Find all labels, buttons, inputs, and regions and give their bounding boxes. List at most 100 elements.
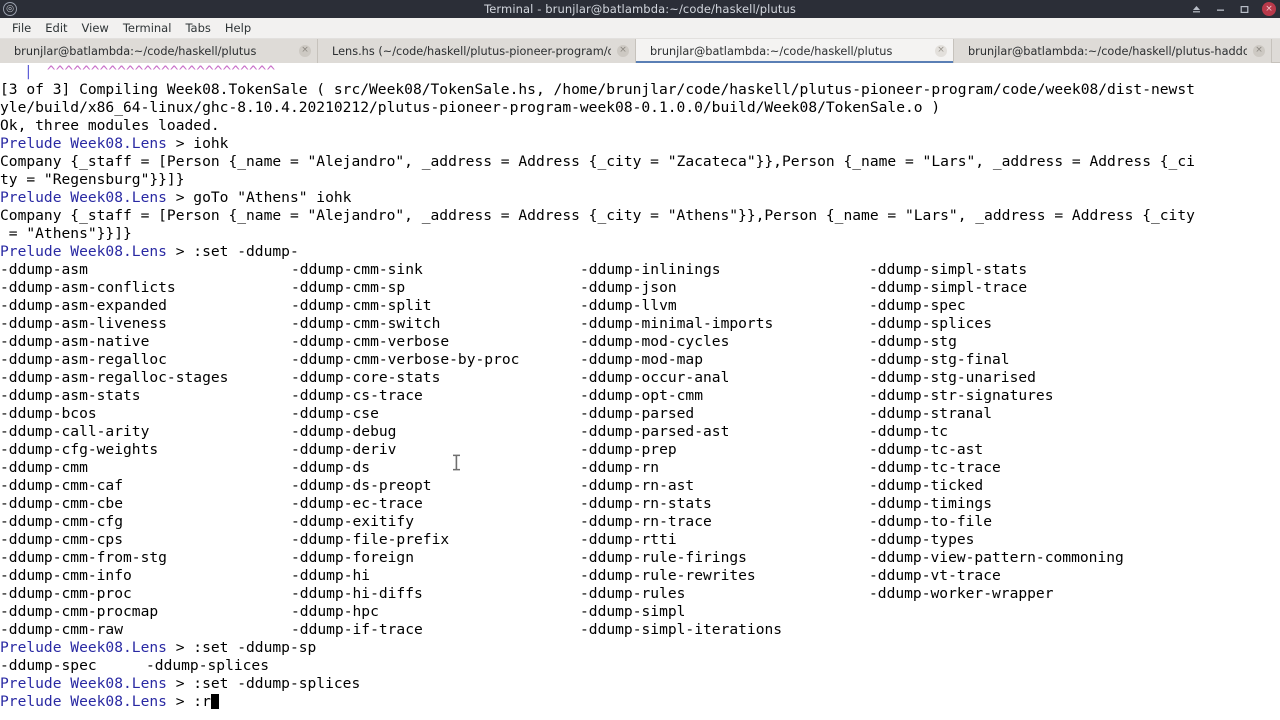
flag-table-row: -ddump-asm-conflicts -ddump-cmm-sp -ddump-… [0,279,1280,297]
terminal-flag-table: -ddump-asm -ddump-cmm-sink -ddump-inlining… [0,261,1280,639]
flag-table-row: -ddump-cmm-from-stg -ddump-foreign -ddump-… [0,549,1280,567]
flag-name: -ddump-asm-expanded [0,297,167,314]
flag-name: -ddump-timings [869,495,993,512]
ghci-prompt: Prelude Week08.Lens [0,135,167,152]
completion-row: -ddump-spec -ddump-splices [0,657,1280,675]
caret-line-carets: ^^^^^^^^^^^^^^^^^^^^^^^^^^ [46,63,276,80]
flag-name: -ddump-stg [869,333,957,350]
flag-name: -ddump-json [580,279,677,296]
flag-table-row: -ddump-asm-stats -ddump-cs-trace -ddump-op… [0,387,1280,405]
flag-name: -ddump-rule-rewrites [580,567,756,584]
terminal-command: > :r [166,693,211,710]
flag-name: -ddump-asm [0,261,88,278]
shade-icon[interactable] [1190,3,1203,16]
terminal-command: > :set -ddump- [166,243,299,260]
flag-name: -ddump-simpl-trace [869,279,1028,296]
flag-table-row: -ddump-cmm-cbe -ddump-ec-trace -ddump-rn-s… [0,495,1280,513]
menu-item-view[interactable]: View [75,19,116,37]
tab-label: brunjlar@batlambda:~/code/haskell/plutus… [968,44,1247,58]
menu-item-terminal[interactable]: Terminal [116,19,179,37]
tab-plutus-haddock[interactable]: brunjlar@batlambda:~/code/haskell/plutus… [954,39,1272,63]
tab-bar: brunjlar@batlambda:~/code/haskell/plutus… [0,39,1280,63]
flag-name: -ddump-ticked [869,477,984,494]
terminal-prompt-line: Prelude Week08.Lens > goTo "Athens" iohk [0,189,1280,207]
terminal-cursor [210,694,219,709]
flag-name: -ddump-ds [291,459,371,476]
flag-name: -ddump-stranal [869,405,993,422]
flag-name: -ddump-tc-trace [869,459,1001,476]
terminal-compile-line: yle/build/x86_64-linux/ghc-8.10.4.202102… [0,99,941,116]
terminal-command: > :set -ddump-sp [166,639,317,656]
flag-name: -ddump-worker-wrapper [869,585,1054,602]
terminal-output-line: Ok, three modules loaded. [0,117,220,134]
flag-name: -ddump-splices [869,315,993,332]
flag-name: -ddump-hi [291,567,371,584]
ghci-prompt: Prelude Week08.Lens [0,243,167,260]
flag-name: -ddump-cmm-from-stg [0,549,167,566]
close-icon[interactable]: × [1262,2,1276,16]
caret-line-bar: | [24,63,33,80]
flag-name: -ddump-cmm-cps [0,531,124,548]
flag-name: -ddump-foreign [291,549,415,566]
tab-lens-hs[interactable]: Lens.hs (~/code/haskell/plutus-pioneer-p… [318,39,636,63]
flag-name: -ddump-simpl-stats [869,261,1028,278]
tab-label: brunjlar@batlambda:~/code/haskell/plutus [650,44,893,58]
terminal-output-line: Company {_staff = [Person {_name = "Alej… [0,153,1195,170]
flag-name: -ddump-parsed-ast [580,423,730,440]
flag-name: -ddump-cmm-sink [291,261,423,278]
ghci-prompt: Prelude Week08.Lens [0,675,167,692]
flag-table-row: -ddump-cmm -ddump-ds -ddump-rn -ddump-tc-tr… [0,459,1280,477]
flag-name: -ddump-simpl-iterations [580,621,783,638]
tab-plutus-1[interactable]: brunjlar@batlambda:~/code/haskell/plutus… [0,39,318,63]
flag-table-row: -ddump-cmm-info -ddump-hi -ddump-rule-rewr… [0,567,1280,585]
flag-name: -ddump-ec-trace [291,495,423,512]
flag-name: -ddump-opt-cmm [580,387,704,404]
flag-name: -ddump-cmm-verbose-by-proc [291,351,520,368]
maximize-icon[interactable] [1238,3,1251,16]
terminal-command: > :set -ddump-splices [166,675,361,692]
menu-item-file[interactable]: File [5,19,38,37]
flag-table-row: -ddump-call-arity -ddump-debug -ddump-pars… [0,423,1280,441]
menu-item-help[interactable]: Help [218,19,258,37]
tab-label: Lens.hs (~/code/haskell/plutus-pioneer-p… [332,44,611,58]
flag-name: -ddump-rn-trace [580,513,712,530]
close-glyph: × [1265,3,1273,14]
terminal-command: > iohk [166,135,229,152]
terminal-body-lines: [3 of 3] Compiling Week08.TokenSale ( sr… [0,81,1280,261]
flag-name: -ddump-core-stats [291,369,441,386]
flag-name: -ddump-cmm-verbose [291,333,450,350]
flag-table-row: -ddump-bcos -ddump-cse -ddump-parsed -ddump… [0,405,1280,423]
terminal-compile-line: [3 of 3] Compiling Week08.TokenSale ( sr… [0,81,1195,98]
menu-bar: File Edit View Terminal Tabs Help [0,18,1280,39]
flag-name: -ddump-file-prefix [291,531,450,548]
terminal-caret-line: | ^^^^^^^^^^^^^^^^^^^^^^^^^^ [0,63,1280,81]
tab-label: brunjlar@batlambda:~/code/haskell/plutus [14,44,257,58]
tab-close-icon[interactable]: × [1253,45,1265,57]
menu-item-tabs[interactable]: Tabs [178,19,217,37]
flag-name: -ddump-types [869,531,975,548]
flag-table-row: -ddump-asm-regalloc -ddump-cmm-verbose-by… [0,351,1280,369]
flag-table-row: -ddump-cmm-cfg -ddump-exitify -ddump-rn-tr… [0,513,1280,531]
flag-name: -ddump-cmm-caf [0,477,124,494]
flag-name: -ddump-simpl [580,603,686,620]
terminal-icon[interactable]: ◎ [3,2,17,16]
flag-name: -ddump-stg-final [869,351,1010,368]
tab-close-icon[interactable]: × [935,45,947,57]
flag-name: -ddump-minimal-imports [580,315,774,332]
flag-table-row: -ddump-cmm-caf -ddump-ds-preopt -ddump-rn-… [0,477,1280,495]
terminal-prompt-line: Prelude Week08.Lens > :set -ddump- [0,243,1280,261]
flag-name: -ddump-mod-cycles [580,333,730,350]
ghci-prompt: Prelude Week08.Lens [0,639,167,656]
tab-close-icon[interactable]: × [299,45,311,57]
terminal-output-line: = "Athens"}}]} [0,225,132,242]
flag-name: -ddump-asm-stats [0,387,141,404]
menu-item-edit[interactable]: Edit [38,19,74,37]
terminal-output[interactable]: | ^^^^^^^^^^^^^^^^^^^^^^^^^^ [3 of 3] Com… [0,63,1280,720]
terminal-prompt-line: Prelude Week08.Lens > iohk [0,135,1280,153]
title-bar[interactable]: ◎ Terminal - brunjlar@batlambda:~/code/h… [0,0,1280,18]
tab-plutus-2-active[interactable]: brunjlar@batlambda:~/code/haskell/plutus… [636,39,954,63]
flag-table-row: -ddump-cmm-cps -ddump-file-prefix -ddump-r… [0,531,1280,549]
minimize-icon[interactable] [1214,3,1227,16]
flag-name: -ddump-if-trace [291,621,423,638]
tab-close-icon[interactable]: × [617,45,629,57]
